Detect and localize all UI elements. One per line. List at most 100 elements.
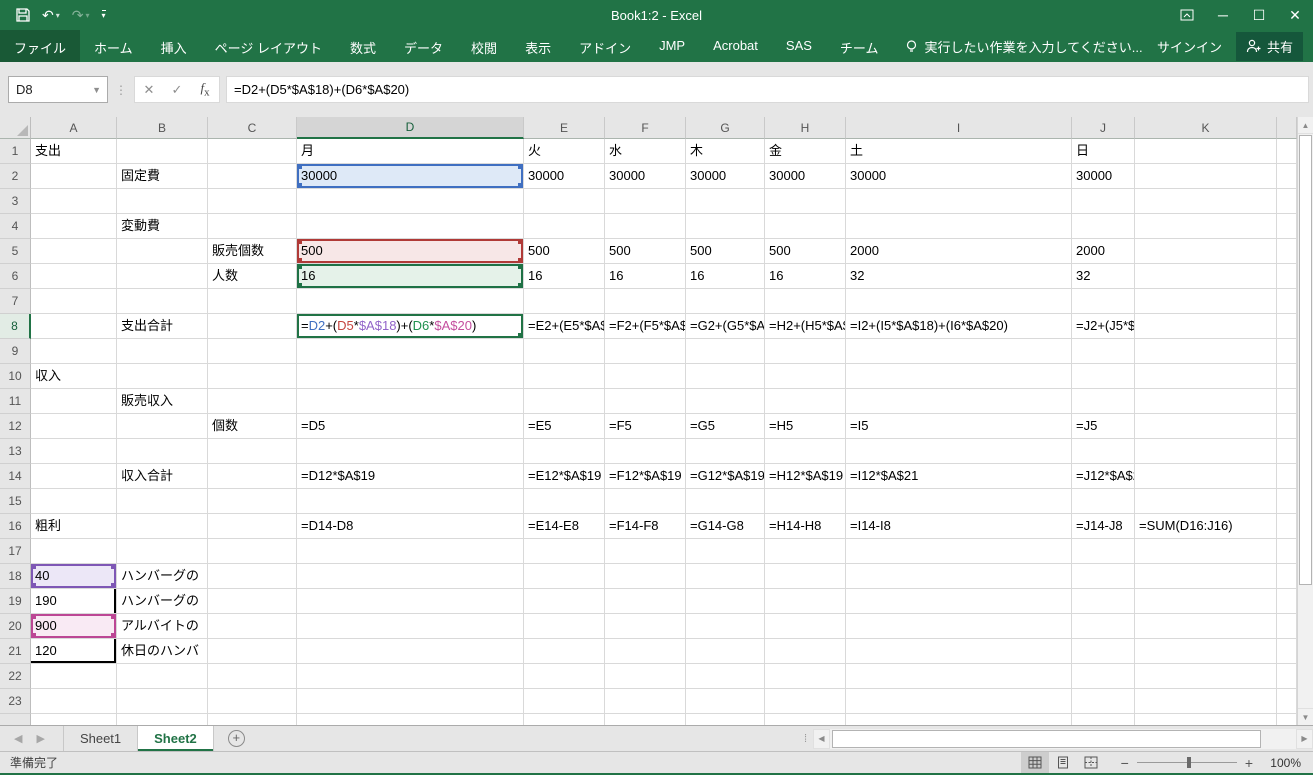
name-box-dropdown-icon[interactable]: ▼ bbox=[92, 85, 107, 95]
cell-I10[interactable] bbox=[846, 364, 1072, 389]
cell-D12[interactable]: =D5 bbox=[297, 414, 524, 439]
cell-K1[interactable] bbox=[1135, 139, 1277, 164]
cell-I3[interactable] bbox=[846, 189, 1072, 214]
cell-G5[interactable]: 500 bbox=[686, 239, 765, 264]
cell-G6[interactable]: 16 bbox=[686, 264, 765, 289]
cell-D19[interactable] bbox=[297, 589, 524, 614]
cell-I8[interactable]: =I2+(I5*$A$18)+(I6*$A$20) bbox=[846, 314, 1072, 339]
cell-F23[interactable] bbox=[605, 689, 686, 714]
redo-dropdown-icon[interactable]: ▾ bbox=[85, 11, 89, 20]
cell-K19[interactable] bbox=[1135, 589, 1277, 614]
cell-F14[interactable]: =F12*$A$19 bbox=[605, 464, 686, 489]
cell-K4[interactable] bbox=[1135, 214, 1277, 239]
cell-E1[interactable]: 火 bbox=[524, 139, 605, 164]
ribbon-tab-SAS[interactable]: SAS bbox=[772, 30, 826, 62]
cell-G24[interactable] bbox=[686, 714, 765, 725]
row-header-18[interactable]: 18 bbox=[0, 564, 31, 589]
ribbon-tab-挿入[interactable]: 挿入 bbox=[147, 30, 201, 62]
cell-F4[interactable] bbox=[605, 214, 686, 239]
cell-F7[interactable] bbox=[605, 289, 686, 314]
cell-B9[interactable] bbox=[117, 339, 208, 364]
cell-B3[interactable] bbox=[117, 189, 208, 214]
cell-C14[interactable] bbox=[208, 464, 297, 489]
cell-J7[interactable] bbox=[1072, 289, 1135, 314]
cell-E7[interactable] bbox=[524, 289, 605, 314]
cell-B19[interactable]: ハンバーグの bbox=[117, 589, 208, 614]
scroll-right-icon[interactable]: ▶ bbox=[1296, 729, 1313, 749]
cell-A5[interactable] bbox=[31, 239, 117, 264]
cell-I7[interactable] bbox=[846, 289, 1072, 314]
cell-F11[interactable] bbox=[605, 389, 686, 414]
save-icon[interactable] bbox=[16, 8, 30, 22]
cell-B4[interactable]: 変動費 bbox=[117, 214, 208, 239]
cell-A1[interactable]: 支出 bbox=[31, 139, 117, 164]
cell-A23[interactable] bbox=[31, 689, 117, 714]
ribbon-tab-Acrobat[interactable]: Acrobat bbox=[699, 30, 772, 62]
cell-I2[interactable]: 30000 bbox=[846, 164, 1072, 189]
share-button[interactable]: 共有 bbox=[1236, 32, 1303, 61]
cell-C7[interactable] bbox=[208, 289, 297, 314]
cell-B2[interactable]: 固定費 bbox=[117, 164, 208, 189]
cell-H9[interactable] bbox=[765, 339, 846, 364]
cell-C23[interactable] bbox=[208, 689, 297, 714]
cell-H6[interactable]: 16 bbox=[765, 264, 846, 289]
cell-E10[interactable] bbox=[524, 364, 605, 389]
cell-H14[interactable]: =H12*$A$19 bbox=[765, 464, 846, 489]
cell-E3[interactable] bbox=[524, 189, 605, 214]
cell-K12[interactable] bbox=[1135, 414, 1277, 439]
cell-I13[interactable] bbox=[846, 439, 1072, 464]
row-header-3[interactable]: 3 bbox=[0, 189, 31, 214]
cell-G8[interactable]: =G2+(G5*$A$18)+(G6*$A$20) bbox=[686, 314, 765, 339]
cell-I21[interactable] bbox=[846, 639, 1072, 664]
row-header-2[interactable]: 2 bbox=[0, 164, 31, 189]
cell-C11[interactable] bbox=[208, 389, 297, 414]
zoom-slider-thumb[interactable] bbox=[1187, 757, 1191, 768]
cell-H15[interactable] bbox=[765, 489, 846, 514]
cell-F18[interactable] bbox=[605, 564, 686, 589]
column-header-J[interactable]: J bbox=[1072, 117, 1135, 139]
cell-J1[interactable]: 日 bbox=[1072, 139, 1135, 164]
cell-E12[interactable]: =E5 bbox=[524, 414, 605, 439]
cell-B21[interactable]: 休日のハンバ bbox=[117, 639, 208, 664]
cell-E22[interactable] bbox=[524, 664, 605, 689]
cell-H17[interactable] bbox=[765, 539, 846, 564]
cell-D11[interactable] bbox=[297, 389, 524, 414]
cell-H1[interactable]: 金 bbox=[765, 139, 846, 164]
row-header-14[interactable]: 14 bbox=[0, 464, 31, 489]
tell-me-box[interactable]: 実行したい作業を入力してください... bbox=[893, 30, 1155, 62]
cell-G1[interactable]: 木 bbox=[686, 139, 765, 164]
cell-I4[interactable] bbox=[846, 214, 1072, 239]
fill-handle[interactable] bbox=[518, 333, 523, 338]
cell-B5[interactable] bbox=[117, 239, 208, 264]
cell-F10[interactable] bbox=[605, 364, 686, 389]
column-header-E[interactable]: E bbox=[524, 117, 605, 139]
cell-B18[interactable]: ハンバーグの bbox=[117, 564, 208, 589]
cell-A7[interactable] bbox=[31, 289, 117, 314]
cell-I14[interactable]: =I12*$A$21 bbox=[846, 464, 1072, 489]
cell-E18[interactable] bbox=[524, 564, 605, 589]
cell-D4[interactable] bbox=[297, 214, 524, 239]
cell-H5[interactable]: 500 bbox=[765, 239, 846, 264]
cell-A20[interactable]: 900 bbox=[31, 614, 117, 639]
sheet-tab-sheet2[interactable]: Sheet2 bbox=[138, 726, 214, 751]
cell-K14[interactable] bbox=[1135, 464, 1277, 489]
cell-G22[interactable] bbox=[686, 664, 765, 689]
cell-C20[interactable] bbox=[208, 614, 297, 639]
row-header-23[interactable]: 23 bbox=[0, 689, 31, 714]
cell-C4[interactable] bbox=[208, 214, 297, 239]
cell-G4[interactable] bbox=[686, 214, 765, 239]
cell-A4[interactable] bbox=[31, 214, 117, 239]
cell-F2[interactable]: 30000 bbox=[605, 164, 686, 189]
sheet-tab-sheet1[interactable]: Sheet1 bbox=[63, 726, 138, 751]
cell-F16[interactable]: =F14-F8 bbox=[605, 514, 686, 539]
cell-G16[interactable]: =G14-G8 bbox=[686, 514, 765, 539]
horizontal-scrollbar[interactable]: ◀ ▶ bbox=[813, 726, 1313, 751]
cell-K18[interactable] bbox=[1135, 564, 1277, 589]
row-header-7[interactable]: 7 bbox=[0, 289, 31, 314]
cell-D18[interactable] bbox=[297, 564, 524, 589]
sign-in-button[interactable]: サインイン bbox=[1157, 37, 1222, 56]
cell-I12[interactable]: =I5 bbox=[846, 414, 1072, 439]
cell-C5[interactable]: 販売個数 bbox=[208, 239, 297, 264]
sheet-nav-left-icon[interactable]: ◀ bbox=[14, 732, 22, 745]
column-header-K[interactable]: K bbox=[1135, 117, 1277, 139]
